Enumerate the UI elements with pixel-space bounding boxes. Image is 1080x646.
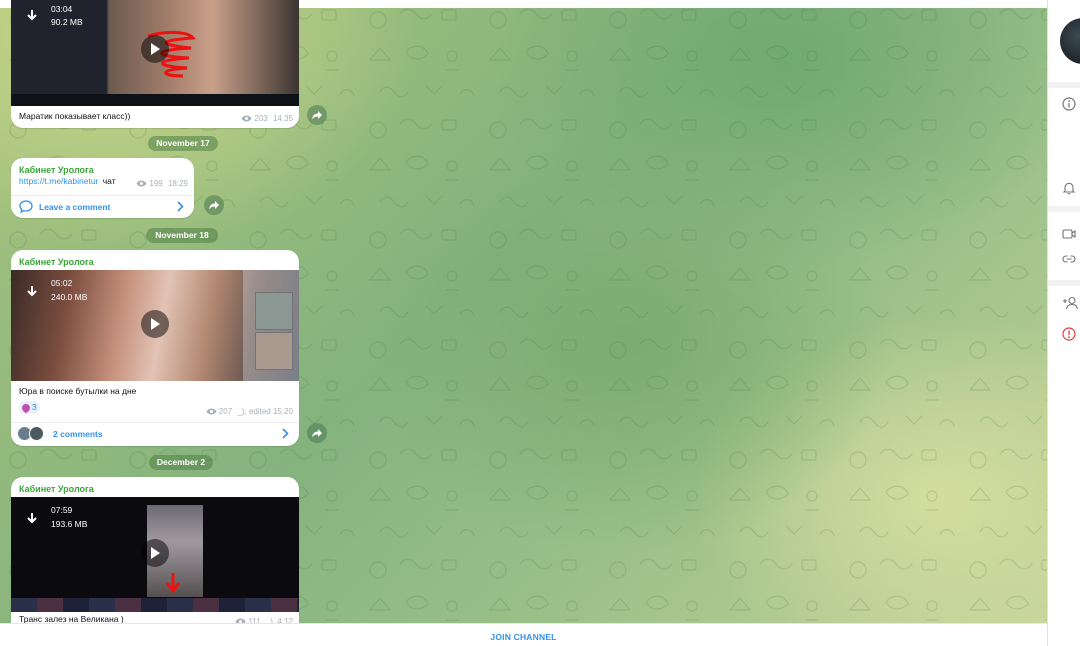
message-video-2[interactable]: Кабинет Уролога 05:02 240.0 MB Юра в пои… [11, 250, 299, 446]
info-icon[interactable] [1062, 97, 1076, 111]
thumbnail-panel [243, 270, 299, 381]
video-thumbnail[interactable]: 05:02 240.0 MB [11, 270, 299, 381]
views-icon [136, 180, 147, 187]
report-icon[interactable] [1062, 327, 1076, 341]
views-count: 199 [149, 179, 163, 188]
comments-bar[interactable]: Leave a comment [11, 195, 194, 217]
share-icon [312, 429, 322, 438]
download-icon[interactable] [25, 8, 39, 24]
play-icon [151, 318, 160, 330]
join-channel-button[interactable]: JOIN CHANNEL [490, 632, 556, 642]
play-button[interactable] [141, 539, 169, 567]
message-meta: 207 _), edited 15:20 [206, 407, 293, 416]
views-count: 203 [254, 114, 268, 123]
video-duration: 03:04 [51, 4, 73, 14]
channel-link[interactable]: https://t.me/kabinetur [19, 176, 98, 186]
bell-icon[interactable] [1062, 181, 1076, 195]
download-icon[interactable] [25, 284, 39, 300]
video-size: 90.2 MB [51, 17, 83, 27]
message-caption: Юра в поиске бутылки на дне [19, 386, 137, 396]
thumbnail-bottom-strip [11, 598, 299, 612]
play-button[interactable] [141, 35, 169, 63]
views-count: 207 [218, 407, 233, 416]
link-suffix: чат [102, 176, 116, 186]
commenter-avatar-2 [29, 426, 44, 441]
forward-button-1[interactable] [307, 105, 327, 125]
video-thumbnail[interactable]: 07:59 193.6 MB [11, 497, 299, 612]
message-video-1[interactable]: 03:04 90.2 MB Маратик показывает класс))… [11, 0, 299, 128]
chevron-right-icon [177, 201, 184, 212]
message-link-text: https://t.me/kabinetur чат [19, 176, 116, 186]
panel-separator [1048, 206, 1080, 212]
forward-button-3[interactable] [307, 423, 327, 443]
message-time: _), edited 15:20 [237, 407, 293, 416]
channel-author: Кабинет Уролога [19, 165, 94, 175]
share-icon [312, 111, 322, 120]
right-info-panel [1047, 0, 1080, 646]
comments-label: 2 comments [53, 429, 103, 439]
message-link[interactable]: Кабинет Уролога https://t.me/kabinetur ч… [11, 158, 194, 218]
views-icon [206, 408, 217, 415]
date-separator: November 17 [148, 136, 218, 151]
chevron-right-icon [282, 428, 289, 439]
comment-icon [19, 200, 33, 213]
join-channel-bar: JOIN CHANNEL [0, 623, 1047, 646]
video-duration: 05:02 [51, 278, 73, 288]
panel-separator [1048, 280, 1080, 286]
channel-author: Кабинет Уролога [19, 484, 94, 494]
thumbnail-bottom-bar [11, 94, 299, 106]
play-icon [151, 43, 160, 55]
reaction-icon [20, 402, 32, 414]
video-size: 193.6 MB [51, 519, 88, 529]
red-arrow-mark [163, 571, 183, 600]
share-icon [209, 201, 219, 210]
video-size: 240.0 MB [51, 292, 88, 302]
views-icon [241, 115, 252, 122]
play-button[interactable] [141, 310, 169, 338]
message-meta: 203 14:35 [241, 114, 293, 123]
message-video-3[interactable]: Кабинет Уролога 07:59 193.6 MB Транс зал… [11, 477, 299, 637]
reaction-chip[interactable]: 3 [19, 401, 40, 414]
message-time: 18:29 [167, 179, 188, 188]
telegram-window: 03:04 90.2 MB Маратик показывает класс))… [0, 0, 1080, 646]
comments-label: Leave a comment [39, 202, 111, 212]
message-caption: Маратик показывает класс)) [19, 111, 131, 121]
forward-button-2[interactable] [204, 195, 224, 215]
message-meta: 199 18:29 [136, 179, 188, 188]
panel-separator [1048, 82, 1080, 88]
date-separator: November 18 [146, 228, 218, 243]
channel-avatar[interactable] [1060, 18, 1080, 64]
comments-bar[interactable]: 2 comments [11, 422, 299, 444]
video-duration: 07:59 [51, 505, 73, 515]
play-icon [151, 547, 160, 559]
video-icon[interactable] [1062, 228, 1076, 240]
date-separator: December 2 [149, 455, 213, 470]
video-thumbnail[interactable]: 03:04 90.2 MB [11, 0, 299, 106]
message-time: 14:35 [272, 114, 293, 123]
link-icon[interactable] [1062, 253, 1076, 265]
download-icon[interactable] [25, 511, 39, 527]
channel-author: Кабинет Уролога [19, 257, 94, 267]
reaction-count: 3 [32, 402, 37, 412]
add-user-icon[interactable] [1062, 296, 1078, 310]
